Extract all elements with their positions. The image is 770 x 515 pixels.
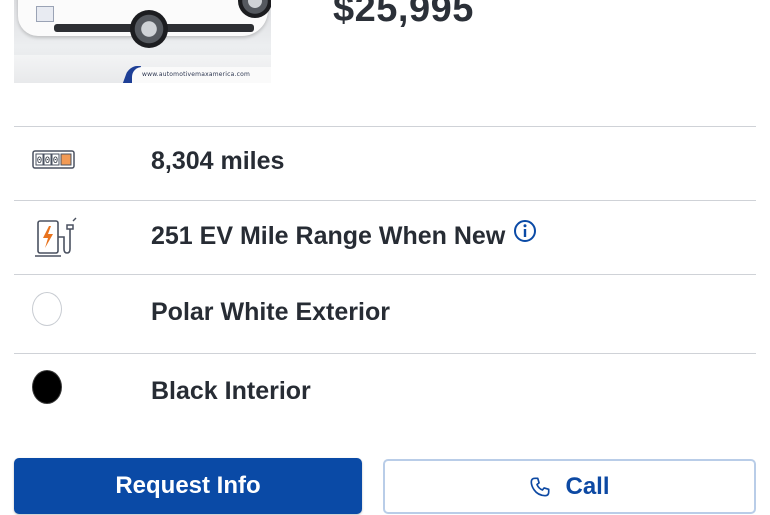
info-icon[interactable] <box>513 219 537 250</box>
black-color-swatch-icon <box>32 370 62 404</box>
spec-row-mileage: 0 0 0 8,304 miles <box>14 127 756 201</box>
car-front-wheel <box>130 10 168 48</box>
call-button[interactable]: Call <box>383 459 756 514</box>
ev-range-label: 251 EV Mile Range When New <box>151 222 506 251</box>
spec-row-interior-color: Black Interior <box>14 354 756 428</box>
svg-text:0: 0 <box>45 156 50 166</box>
ev-range-text: 251 EV Mile Range When New <box>151 219 537 253</box>
request-info-label: Request Info <box>115 472 261 499</box>
svg-text:0: 0 <box>37 156 42 166</box>
interior-color-swatch <box>32 370 62 404</box>
spec-list: 0 0 0 8,304 miles 251 EV Mile Range When… <box>14 126 756 428</box>
phone-icon <box>529 476 551 498</box>
spec-row-ev-range: 251 EV Mile Range When New <box>14 201 756 275</box>
exterior-color-swatch <box>32 292 62 326</box>
spec-row-exterior-color: Polar White Exterior <box>14 275 756 354</box>
license-plate <box>36 6 54 22</box>
dealer-watermark-text: www.automotivemaxamerica.com <box>142 71 251 78</box>
ev-charger-icon <box>32 215 78 266</box>
white-color-swatch-icon <box>32 292 62 326</box>
svg-text:0: 0 <box>53 156 58 166</box>
exterior-color-text: Polar White Exterior <box>151 298 390 326</box>
mileage-text: 8,304 miles <box>151 147 285 175</box>
vehicle-price: $25,995 <box>333 0 474 30</box>
odometer-icon: 0 0 0 <box>32 149 76 176</box>
call-label: Call <box>565 472 610 500</box>
interior-color-text: Black Interior <box>151 377 311 405</box>
request-info-button[interactable]: Request Info <box>14 458 362 514</box>
vehicle-listing-card: www.automotivemaxamerica.com $25,995 0 0… <box>0 0 770 515</box>
vehicle-photo[interactable]: www.automotivemaxamerica.com <box>14 0 271 83</box>
